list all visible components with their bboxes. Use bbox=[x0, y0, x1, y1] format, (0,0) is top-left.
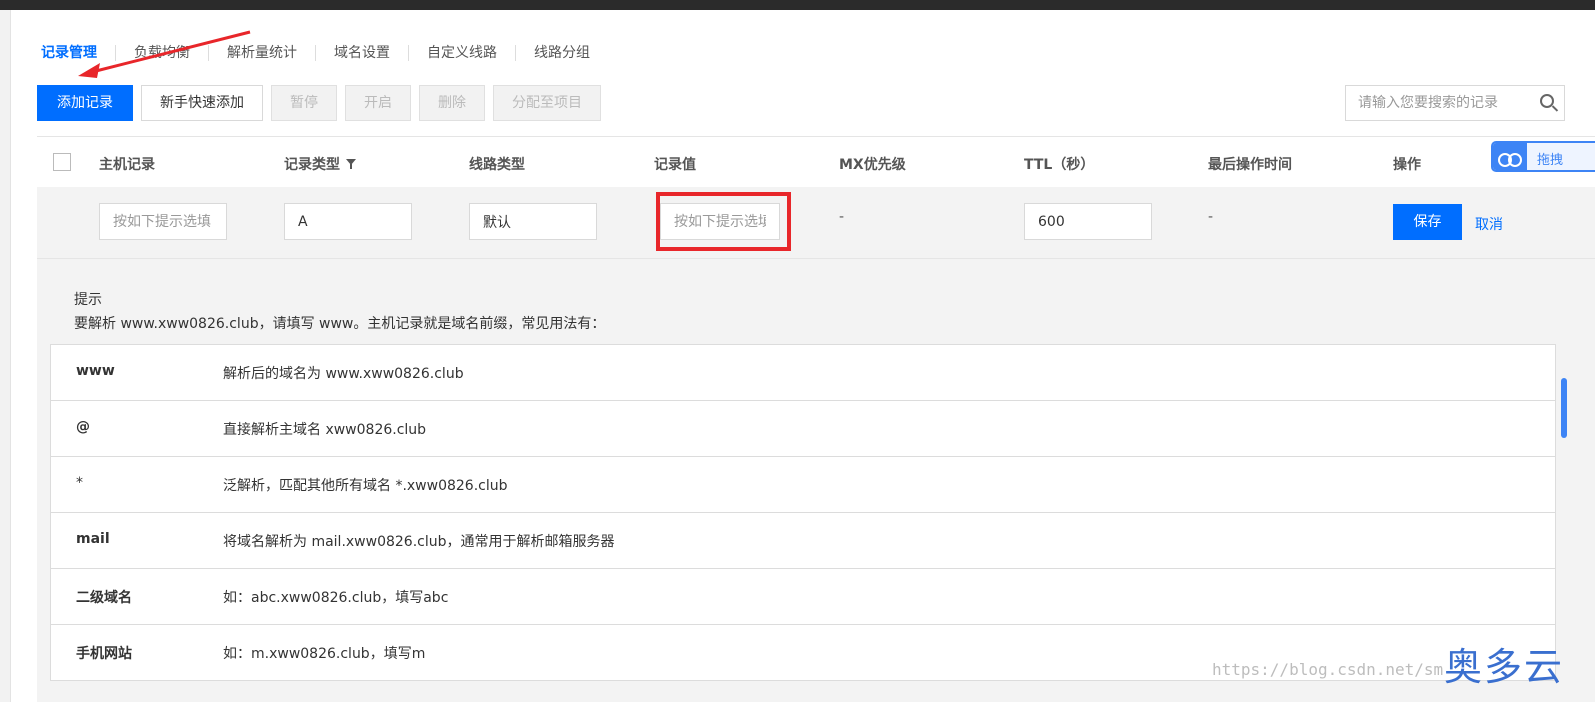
select-all-checkbox[interactable] bbox=[53, 153, 71, 171]
highlight-box bbox=[656, 192, 791, 251]
tip-key: 手机网站 bbox=[76, 646, 132, 662]
header-type-wrap: 记录类型 bbox=[284, 154, 356, 174]
record-type-select[interactable] bbox=[284, 203, 412, 240]
tip-panel: 提示 要解析 www.xww0826.club，请填写 www。主机记录就是域名… bbox=[37, 259, 1595, 702]
ttl-input[interactable] bbox=[1024, 203, 1152, 240]
tip-key: www bbox=[76, 363, 115, 379]
delete-button[interactable]: 删除 bbox=[419, 85, 485, 121]
header-type: 记录类型 bbox=[284, 157, 340, 173]
tip-value: 如：abc.xww0826.club，填写abc bbox=[223, 590, 449, 606]
tip-title: 提示 bbox=[74, 292, 102, 308]
tip-description: 要解析 www.xww0826.club，请填写 www。主机记录就是域名前缀，… bbox=[74, 316, 606, 332]
top-dark-bar bbox=[0, 0, 1595, 10]
tip-row: * 泛解析，匹配其他所有域名 *.xww0826.club bbox=[51, 457, 1555, 513]
annotation-arrow-icon bbox=[78, 30, 251, 78]
host-record-input[interactable] bbox=[99, 203, 227, 240]
edit-record-row: - - 保存 取消 bbox=[37, 187, 1595, 259]
quick-add-button[interactable]: 新手快速添加 bbox=[141, 85, 263, 121]
tip-row: mail 将域名解析为 mail.xww0826.club，通常用于解析邮箱服务… bbox=[51, 513, 1555, 569]
assign-project-button[interactable]: 分配至项目 bbox=[493, 85, 601, 121]
widget-label: 拖拽 bbox=[1537, 153, 1564, 168]
add-record-button[interactable]: 添加记录 bbox=[37, 85, 133, 121]
header-mx: MX优先级 bbox=[839, 157, 906, 173]
tip-value: 解析后的域名为 www.xww0826.club bbox=[223, 366, 464, 382]
search-input[interactable] bbox=[1346, 86, 1550, 120]
header-value: 记录值 bbox=[654, 157, 696, 173]
tip-key: mail bbox=[76, 531, 110, 547]
tip-value: 泛解析，匹配其他所有域名 *.xww0826.club bbox=[223, 478, 508, 494]
header-host: 主机记录 bbox=[99, 157, 155, 173]
tip-value: 将域名解析为 mail.xww0826.club，通常用于解析邮箱服务器 bbox=[223, 534, 615, 550]
toolbar: 添加记录 新手快速添加 暂停 开启 删除 分配至项目 bbox=[37, 85, 601, 121]
tip-row: 二级域名 如：abc.xww0826.club，填写abc bbox=[51, 569, 1555, 625]
floating-widget[interactable]: 拖拽 bbox=[1491, 141, 1595, 172]
tip-row: @ 直接解析主域名 xww0826.club bbox=[51, 401, 1555, 457]
header-ttl: TTL（秒） bbox=[1024, 157, 1095, 173]
search-box bbox=[1345, 85, 1565, 121]
tip-value: 直接解析主域名 xww0826.club bbox=[223, 422, 427, 438]
tip-key: @ bbox=[76, 419, 90, 435]
tip-table: www 解析后的域名为 www.xww0826.club @ 直接解析主域名 x… bbox=[50, 344, 1556, 681]
tip-key: * bbox=[76, 475, 83, 491]
tab-custom-lines[interactable]: 自定义线路 bbox=[408, 45, 515, 61]
tip-key: 二级域名 bbox=[76, 590, 132, 606]
tab-domain-settings[interactable]: 域名设置 bbox=[315, 45, 408, 61]
last-op-value: - bbox=[1208, 209, 1214, 225]
cancel-link[interactable]: 取消 bbox=[1475, 214, 1503, 234]
enable-button[interactable]: 开启 bbox=[345, 85, 411, 121]
header-action: 操作 bbox=[1393, 157, 1421, 173]
brand-logo-text: 奥多云 bbox=[1444, 645, 1565, 689]
header-last-op: 最后操作时间 bbox=[1208, 157, 1292, 173]
tab-line-groups[interactable]: 线路分组 bbox=[515, 45, 608, 61]
cloud-icon bbox=[1493, 143, 1527, 170]
table-header: 主机记录 记录类型 线路类型 记录值 MX优先级 TTL（秒） 最后操作时间 操… bbox=[37, 136, 1595, 188]
save-button[interactable]: 保存 bbox=[1393, 204, 1462, 240]
mx-value: - bbox=[839, 209, 845, 225]
tip-value: 如：m.xww0826.club，填写m bbox=[223, 646, 426, 662]
scroll-indicator[interactable] bbox=[1561, 378, 1567, 438]
header-line: 线路类型 bbox=[469, 157, 525, 173]
pause-button[interactable]: 暂停 bbox=[271, 85, 337, 121]
tip-row: www 解析后的域名为 www.xww0826.club bbox=[51, 345, 1555, 401]
line-type-select[interactable] bbox=[469, 203, 597, 240]
filter-icon[interactable] bbox=[346, 159, 356, 169]
left-gutter bbox=[0, 10, 11, 702]
search-icon[interactable] bbox=[1540, 94, 1554, 108]
watermark-url: https://blog.csdn.net/sm bbox=[1212, 660, 1444, 679]
